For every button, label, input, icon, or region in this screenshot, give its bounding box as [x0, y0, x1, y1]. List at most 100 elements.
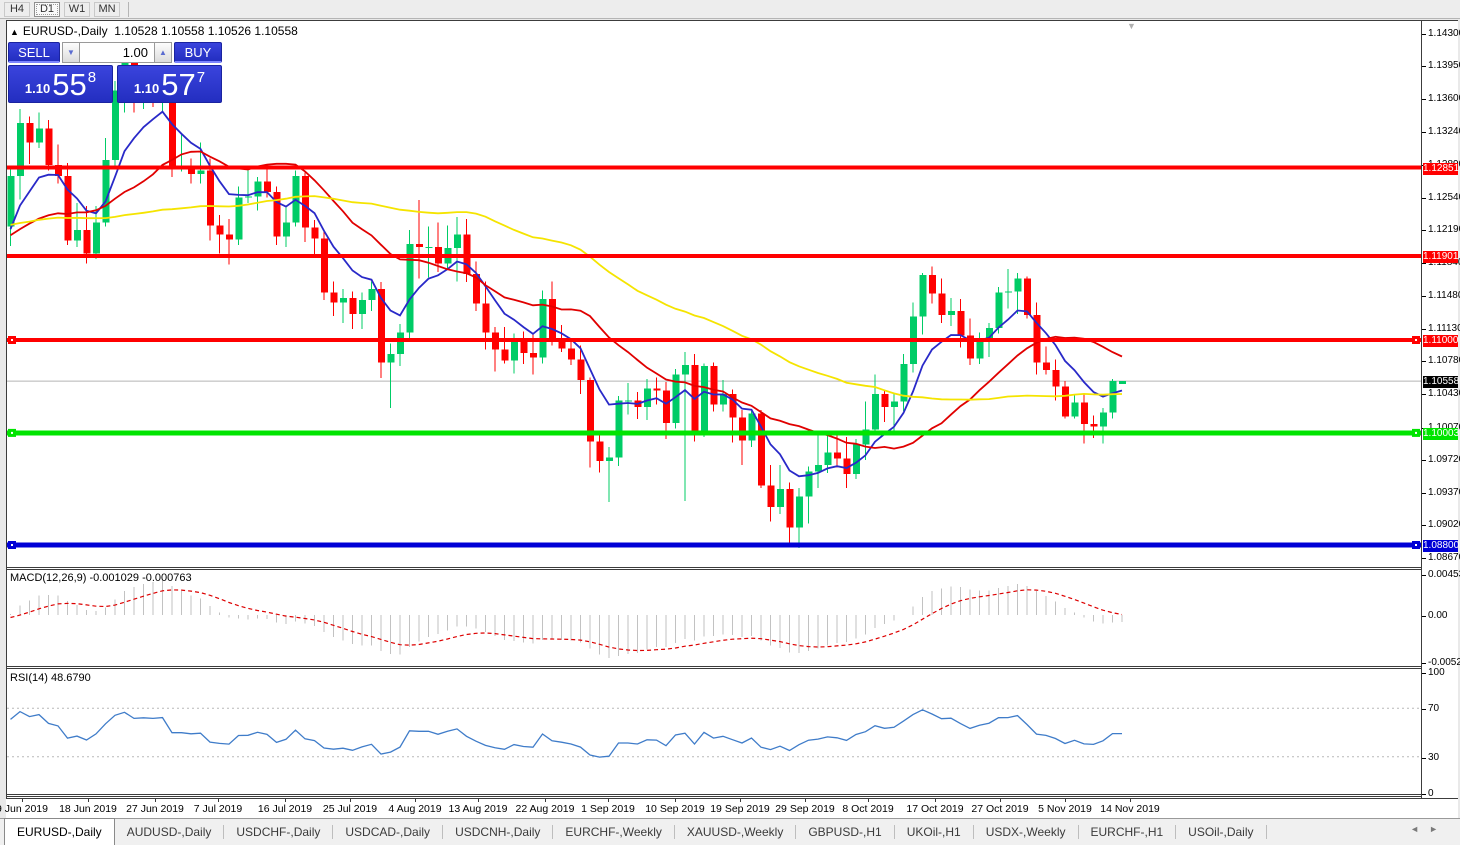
- buy-price-main: 57: [161, 69, 195, 100]
- chart-tab-eurusd[interactable]: EURUSD-,Daily: [4, 818, 115, 845]
- chart-title-symbol: EURUSD-,Daily: [23, 24, 108, 38]
- candle-body: [483, 304, 490, 333]
- axis-tick-label: 1.12190: [1428, 224, 1460, 235]
- price-line-badge: 1.11000: [1423, 335, 1458, 347]
- candle-body: [416, 244, 423, 247]
- candle-body: [369, 289, 376, 300]
- chart-tab-eurchf[interactable]: EURCHF-,H1: [1079, 819, 1176, 845]
- chart-tab-xauusd[interactable]: XAUUSD-,Weekly: [675, 819, 795, 845]
- candle-body: [891, 401, 898, 407]
- axis-tick: [1422, 132, 1426, 133]
- candle-body: [502, 349, 509, 360]
- date-label: 22 Aug 2019: [516, 803, 575, 815]
- chart-plot-area[interactable]: [6, 20, 1422, 799]
- candle-body: [426, 247, 433, 248]
- sell-price-pip: 8: [88, 69, 96, 86]
- timeframe-button-d1[interactable]: D1: [34, 2, 60, 17]
- candle-body: [1100, 413, 1107, 427]
- axis-tick: [1422, 66, 1426, 67]
- tab-scroll-right-icon[interactable]: ►: [1429, 824, 1448, 834]
- date-label: 13 Aug 2019: [449, 803, 508, 815]
- chart-tab-ukoil[interactable]: UKOil-,H1: [895, 819, 973, 845]
- price-axis[interactable]: 1.143001.139501.136001.132401.128901.125…: [1422, 20, 1458, 799]
- candle-body: [198, 170, 205, 174]
- price-line-badge: 1.12851: [1423, 163, 1458, 175]
- axis-tick-label: 100: [1428, 667, 1445, 678]
- tab-scroll-arrows[interactable]: ◄►: [1410, 824, 1448, 834]
- candle-body: [8, 176, 15, 226]
- candle-body: [530, 353, 537, 358]
- date-tick: [1130, 799, 1131, 802]
- axis-tick-label: 1.13600: [1428, 93, 1460, 104]
- candle-body: [274, 192, 281, 237]
- candle-body: [331, 292, 338, 302]
- chart-tab-eurchf[interactable]: EURCHF-,Weekly: [553, 819, 673, 845]
- candle-body: [606, 457, 613, 461]
- date-label: 19 Sep 2019: [710, 803, 770, 815]
- candle-body: [388, 354, 395, 362]
- candle-body: [397, 333, 404, 354]
- date-tick: [805, 799, 806, 802]
- timeframe-toolbar: H4 D1 W1 MN: [0, 0, 1460, 19]
- buy-price-prefix: 1.10: [134, 81, 159, 96]
- axis-tick: [1422, 296, 1426, 297]
- date-label: 16 Jul 2019: [258, 803, 312, 815]
- volume-increase-button[interactable]: ▲: [154, 42, 172, 63]
- axis-tick: [1422, 616, 1426, 617]
- date-label: 29 Sep 2019: [775, 803, 835, 815]
- candle-body: [93, 223, 100, 254]
- chart-tab-audusd[interactable]: AUDUSD-,Daily: [115, 819, 224, 845]
- buy-button[interactable]: BUY: [174, 42, 222, 63]
- axis-tick: [1422, 99, 1426, 100]
- rsi-pane[interactable]: [7, 669, 1421, 794]
- horizontal-line: [7, 166, 1421, 170]
- sell-button[interactable]: SELL: [8, 42, 60, 63]
- tab-scroll-left-icon[interactable]: ◄: [1410, 824, 1429, 834]
- candle-body: [578, 360, 585, 380]
- chart-tab-usdchf[interactable]: USDCHF-,Daily: [224, 819, 332, 845]
- date-tick: [1065, 799, 1066, 802]
- volume-decrease-button[interactable]: ▼: [62, 42, 80, 63]
- axis-tick-label: 1.14300: [1428, 28, 1460, 39]
- chart-tab-usdcad[interactable]: USDCAD-,Daily: [333, 819, 442, 845]
- macd-pane[interactable]: [7, 570, 1421, 666]
- buy-price-button[interactable]: 1.10 57 7: [117, 65, 222, 103]
- sell-price-prefix: 1.10: [25, 81, 50, 96]
- pane-separator[interactable]: [7, 794, 1421, 797]
- axis-tick: [1422, 493, 1426, 494]
- timeframe-button-mn[interactable]: MN: [94, 2, 120, 17]
- toolbar-separator: [128, 2, 129, 17]
- macd-histogram: [11, 581, 1123, 659]
- date-tick: [868, 799, 869, 802]
- chart-tab-usdcnh[interactable]: USDCNH-,Daily: [443, 819, 552, 845]
- date-label: 27 Oct 2019: [971, 803, 1028, 815]
- candle-body: [682, 365, 689, 374]
- candle-body: [1024, 279, 1031, 315]
- candle-body: [264, 182, 271, 192]
- date-axis[interactable]: 9 Jun 201918 Jun 201927 Jun 20197 Jul 20…: [6, 799, 1458, 818]
- candle-body: [1110, 381, 1117, 412]
- date-label: 4 Aug 2019: [388, 803, 441, 815]
- date-tick: [285, 799, 286, 802]
- candle-body: [777, 489, 784, 507]
- axis-tick: [1422, 758, 1426, 759]
- chart-tab-gbpusd[interactable]: GBPUSD-,H1: [796, 819, 893, 845]
- date-label: 14 Nov 2019: [1100, 803, 1160, 815]
- timeframe-button-w1[interactable]: W1: [64, 2, 90, 17]
- date-label: 10 Sep 2019: [645, 803, 705, 815]
- candle-body: [350, 298, 357, 314]
- volume-input[interactable]: [80, 42, 154, 63]
- candle-body: [654, 388, 661, 390]
- macd-indicator-label: MACD(12,26,9) -0.001029 -0.000763: [10, 572, 192, 584]
- candle-body: [663, 390, 670, 423]
- chart-tab-usoil[interactable]: USOil-,Daily: [1176, 819, 1265, 845]
- sell-price-button[interactable]: 1.10 55 8: [8, 65, 113, 103]
- candle-body: [1119, 381, 1126, 384]
- rsi-line: [11, 710, 1123, 757]
- chart-tab-usdx[interactable]: USDX-,Weekly: [974, 819, 1078, 845]
- candle-body: [701, 366, 708, 430]
- timeframe-button-h4[interactable]: H4: [4, 2, 30, 17]
- candle-body: [711, 366, 718, 404]
- chart-title: ▲EURUSD-,Daily 1.10528 1.10558 1.10526 1…: [10, 24, 298, 38]
- candle-body: [454, 235, 461, 248]
